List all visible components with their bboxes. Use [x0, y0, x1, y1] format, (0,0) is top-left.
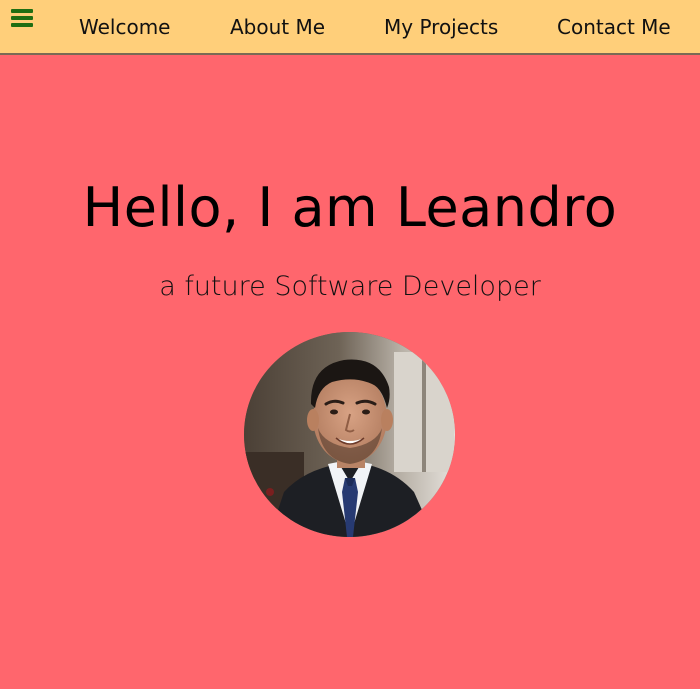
hamburger-menu-icon[interactable] [11, 9, 35, 29]
hero-subtitle: a future Software Developer [159, 271, 541, 302]
menu-bar-bottom [11, 23, 33, 27]
nav-link-my-projects[interactable]: My Projects [384, 15, 498, 39]
profile-photo-illustration [244, 332, 455, 537]
nav-link-contact-me[interactable]: Contact Me [557, 15, 671, 39]
hero-title: Hello, I am Leandro [82, 176, 618, 239]
nav-link-about-me[interactable]: About Me [230, 15, 325, 39]
menu-bar-middle [11, 16, 33, 20]
nav-link-welcome[interactable]: Welcome [79, 15, 170, 39]
profile-photo [244, 332, 455, 537]
menu-bar-top [11, 9, 33, 13]
top-navbar: Welcome About Me My Projects Contact Me [0, 0, 700, 55]
